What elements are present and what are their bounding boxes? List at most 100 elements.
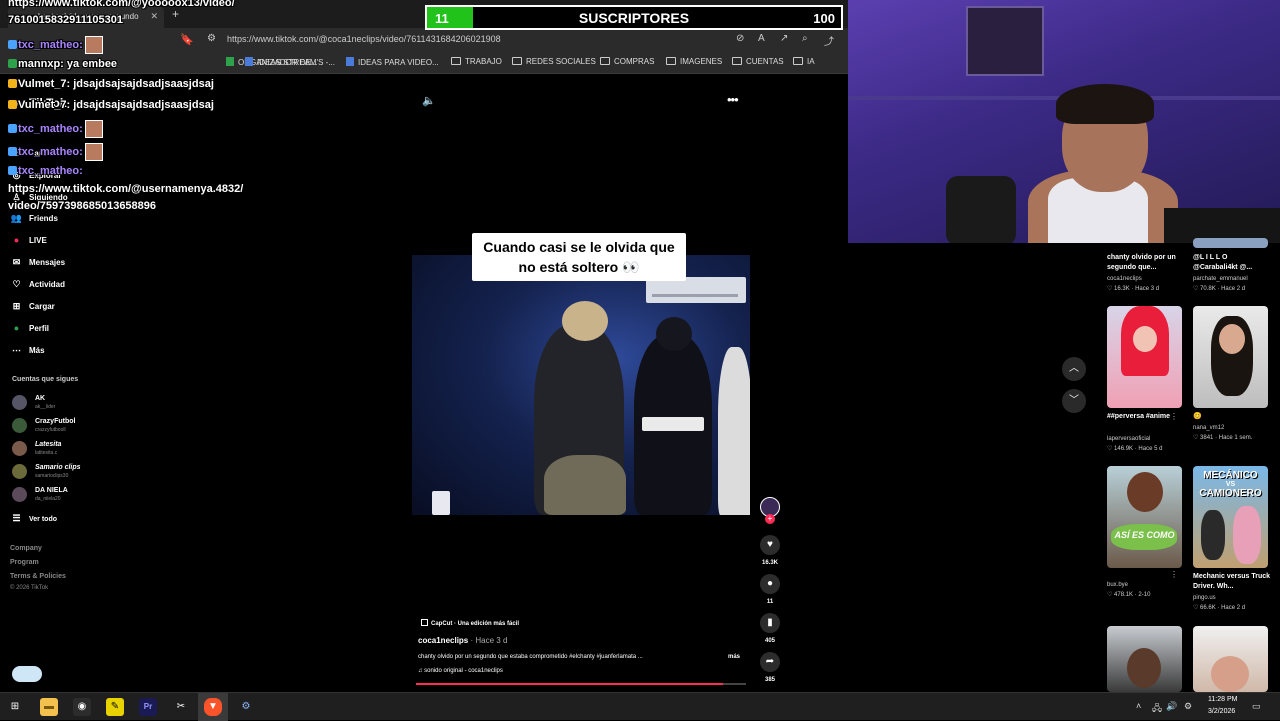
bookmark-item[interactable]: CUENTAS — [732, 57, 784, 66]
sidebar-item-actividad[interactable]: ♡ Actividad — [10, 279, 65, 290]
folder-icon — [793, 57, 803, 65]
bookmark-icon[interactable]: 🔖 — [180, 33, 194, 46]
streamer-hair — [1056, 84, 1154, 124]
video-progress-fill — [416, 683, 723, 685]
file-explorer-icon[interactable]: ▬ — [40, 698, 58, 716]
comment-button[interactable]: ● — [760, 574, 780, 594]
footer-terms[interactable]: Terms & Policies — [10, 573, 66, 580]
translate-icon[interactable]: A — [758, 33, 765, 44]
notes-app-icon[interactable]: ✎ — [106, 698, 124, 716]
reader-icon[interactable]: ⊘ — [736, 33, 744, 44]
chat-line: txc_matheo: — [8, 143, 103, 161]
capcut-tag[interactable]: CapCut · Una edición más fácil — [421, 619, 519, 627]
rec-thumbnail[interactable]: ASÍ ES COMO — [1107, 466, 1182, 568]
url-field[interactable]: https://www.tiktok.com/@coca1neclips/vid… — [227, 34, 501, 44]
rec-thumbnail[interactable] — [1193, 238, 1268, 248]
more-options-icon[interactable]: ••• — [727, 92, 739, 107]
rec-user[interactable]: nana_vm12 — [1193, 425, 1224, 431]
sidebar-item-cargar[interactable]: ⊞ Cargar — [10, 301, 55, 312]
sidebar-item-friends[interactable]: 👥 Friends — [10, 213, 58, 224]
bookmark-item[interactable]: COMPRAS — [600, 57, 654, 66]
close-tab-icon[interactable]: ✕ — [150, 11, 158, 22]
person-head — [656, 317, 692, 351]
brave-browser-icon[interactable]: ▼ — [204, 698, 222, 716]
doc-icon — [346, 57, 354, 66]
get-app-toggle[interactable] — [12, 666, 42, 682]
windows-start-icon[interactable]: ⊞ — [6, 698, 24, 716]
rec-thumbnail[interactable]: MECÁNICO VS CAMIONERO — [1193, 466, 1268, 568]
obs-icon[interactable]: ◉ — [73, 698, 91, 716]
rec-title[interactable]: chanty olvido por un segundo que... — [1107, 253, 1187, 273]
see-all-link[interactable]: ☰ Ver todo — [10, 513, 57, 524]
rec-more-icon[interactable]: ⋮ — [1170, 570, 1178, 579]
bookmark-item[interactable]: REDES SOCIALES — [512, 57, 596, 66]
rec-user[interactable]: pingo.us — [1193, 595, 1216, 601]
video-progress-bar[interactable] — [416, 683, 746, 685]
video-player[interactable] — [412, 255, 750, 515]
previous-video-button[interactable]: ︿ — [1062, 357, 1086, 381]
bookmark-item[interactable]: IDEAS STREAM'S -... — [245, 57, 335, 67]
volume-icon[interactable]: 🔊 — [1166, 701, 1177, 712]
like-button[interactable]: ♥ — [760, 535, 780, 555]
rec-meta: ♡ 478.1K · 2-10 — [1107, 592, 1151, 598]
share-icon[interactable]: ⤴ — [824, 33, 834, 48]
chat-avatar — [84, 120, 103, 138]
premiere-icon[interactable]: Pr — [139, 698, 157, 716]
video-author[interactable]: coca1neclips · Hace 3 d — [418, 636, 507, 645]
rec-thumbnail[interactable] — [1107, 306, 1182, 408]
settings-icon[interactable]: ⚙ — [237, 698, 255, 716]
bookmark-item[interactable]: IMAGENES — [666, 57, 722, 66]
thumb-text: CAMIONERO — [1199, 488, 1262, 499]
rec-meta: ♡ 146.9K · Hace 5 d — [1107, 446, 1163, 452]
save-button[interactable]: ▮ — [760, 613, 780, 633]
chair — [946, 176, 1016, 243]
sidebar-item-mas[interactable]: ⋯ Más — [10, 345, 45, 356]
rec-thumbnail[interactable] — [1107, 626, 1182, 692]
upload-icon: ⊞ — [12, 301, 21, 311]
rec-title[interactable]: Mechanic versus Truck Driver. Wh... — [1193, 572, 1273, 592]
rec-user[interactable]: laperversaoficial — [1107, 436, 1150, 442]
face — [1133, 326, 1157, 352]
cup — [432, 491, 450, 515]
footer-program[interactable]: Program — [10, 559, 39, 566]
bookmark-item[interactable]: IDEAS PARA VIDEO... — [346, 57, 439, 67]
chat-line: mannxp: ya embee — [8, 58, 117, 70]
overlay-link-1: https://www.tiktok.com/@yooooox13/video/ — [8, 0, 235, 9]
clock-time[interactable]: 11:28 PM — [1208, 696, 1237, 703]
badge-icon — [8, 59, 17, 68]
open-external-icon[interactable]: ↗ — [780, 33, 788, 44]
rec-user[interactable]: parchate_emmanuel — [1193, 276, 1248, 282]
rec-title[interactable]: @L I L L O @Carabali4kt @... — [1193, 253, 1273, 273]
new-tab-icon[interactable]: + — [172, 7, 179, 21]
capcut-app-icon[interactable]: ✂ — [172, 698, 190, 716]
rec-title[interactable]: 😊 — [1193, 412, 1273, 422]
follow-plus-icon[interactable]: + — [765, 514, 775, 524]
clock-date[interactable]: 3/2/2026 — [1208, 708, 1235, 715]
gear-icon[interactable]: ⚙ — [1184, 701, 1192, 712]
network-icon[interactable]: 🖧 — [1152, 701, 1162, 717]
sidebar-item-perfil[interactable]: ● Perfil — [10, 323, 49, 333]
sound-link[interactable]: ♫ sonido original - coca1neclips — [418, 668, 503, 674]
rec-more-icon[interactable]: ⋮ — [1170, 412, 1178, 421]
activity-icon: ♡ — [12, 279, 21, 289]
sidebar-item-live[interactable]: ● LIVE — [10, 235, 47, 245]
next-video-button[interactable]: ﹀ — [1062, 389, 1086, 413]
more-description-link[interactable]: más — [728, 654, 740, 660]
zoom-icon[interactable]: ⌕ — [802, 33, 808, 44]
site-settings-icon[interactable]: ⚙ — [207, 33, 216, 44]
rec-user[interactable]: bux.bye — [1107, 582, 1128, 588]
badge-icon — [8, 146, 17, 156]
rec-thumbnail[interactable] — [1193, 306, 1268, 408]
rec-user[interactable]: coca1neclips — [1107, 276, 1142, 282]
volume-icon[interactable]: 🔈 — [422, 94, 436, 107]
following-heading: Cuentas que sigues — [12, 376, 79, 383]
chevron-up-icon[interactable]: ˄ — [1136, 701, 1141, 711]
footer-company[interactable]: Company — [10, 545, 42, 552]
share-button[interactable]: ➦ — [760, 652, 780, 672]
bookmark-item[interactable]: IA — [793, 57, 815, 66]
face — [1219, 324, 1245, 354]
bookmark-item[interactable]: TRABAJO — [451, 57, 502, 66]
rec-thumbnail[interactable] — [1193, 626, 1268, 692]
notification-icon[interactable]: ▭ — [1252, 701, 1261, 712]
sidebar-item-mensajes[interactable]: ✉ Mensajes — [10, 257, 65, 268]
